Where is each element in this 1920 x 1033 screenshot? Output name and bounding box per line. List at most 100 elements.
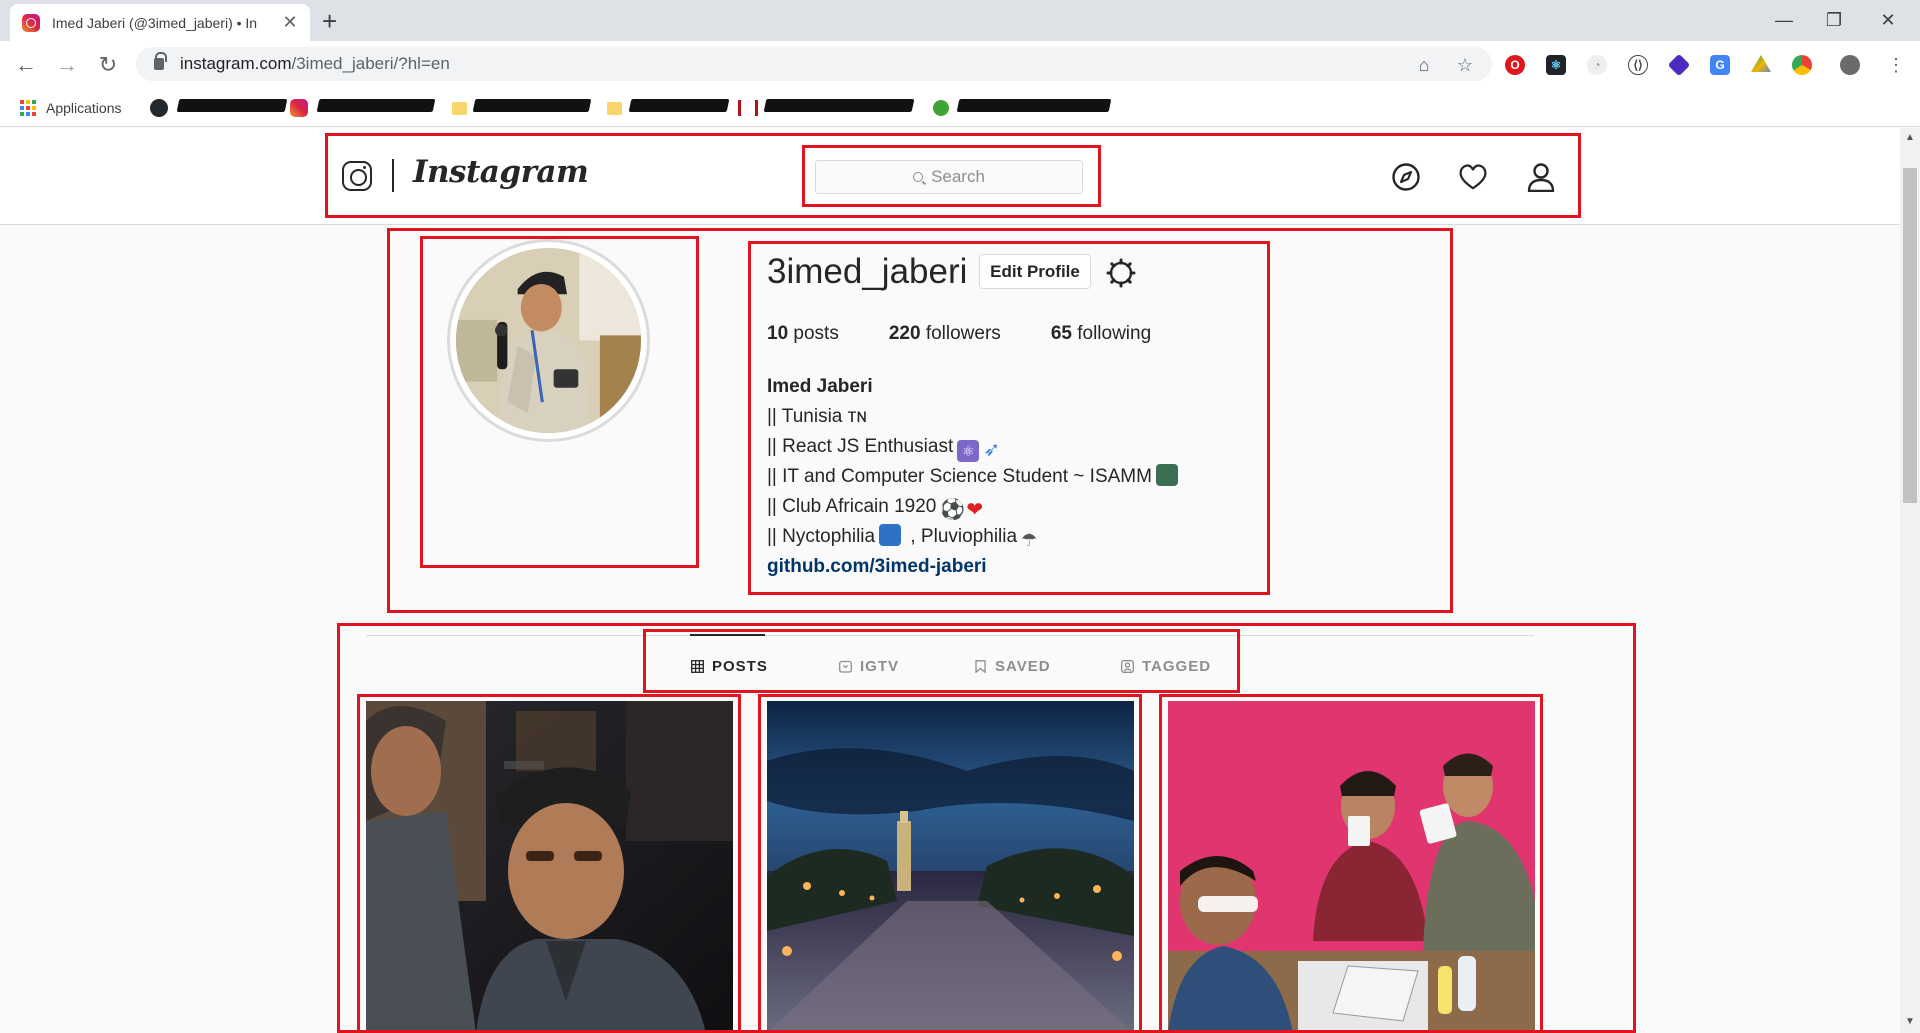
green-bookmark[interactable] <box>933 98 949 118</box>
forward-icon[interactable]: → <box>53 51 81 79</box>
post-thumbnail[interactable] <box>767 701 1134 1033</box>
search-icon <box>913 172 924 182</box>
bookmark-applications-label: Applications <box>46 100 122 116</box>
bio-text: || Tunisia ᴛɴ <box>767 406 867 427</box>
maximize-icon[interactable]: ❐ <box>1806 0 1862 41</box>
back-icon[interactable]: ← <box>12 51 40 79</box>
post-thumbnail[interactable] <box>366 701 733 1033</box>
post-image-night-avenue <box>767 701 1134 1033</box>
address-bar[interactable]: instagram.com /3imed_jaberi/?hl=en <box>136 47 1492 81</box>
browser-tab-title: Imed Jaberi (@3imed_jaberi) • In <box>52 14 258 31</box>
pd-icon <box>738 100 758 116</box>
bio-line: || Nyctophilia , Pluviophilia ☂ <box>767 522 1178 552</box>
tab-igtv[interactable]: IGTV <box>839 658 899 675</box>
url-host: instagram.com <box>180 54 292 73</box>
posts-count: 10 posts <box>767 323 839 345</box>
page-scrollbar[interactable]: ▲ ▼ <box>1900 128 1920 1033</box>
browser-tab[interactable]: Imed Jaberi (@3imed_jaberi) • In ✕ <box>10 4 310 41</box>
profile-user-icon[interactable] <box>1526 162 1556 192</box>
close-window-icon[interactable]: ✕ <box>1860 0 1916 41</box>
following-link[interactable]: 65 following <box>1051 323 1151 345</box>
instagram-header: Instagram Search <box>0 128 1900 225</box>
search-input[interactable]: Search <box>815 160 1083 194</box>
lock-icon <box>154 52 167 70</box>
close-tab-icon[interactable]: ✕ <box>282 12 298 33</box>
redacted-bookmark <box>763 99 915 112</box>
tab-tagged[interactable]: TAGGED <box>1121 658 1211 675</box>
profile-website-link[interactable]: github.com/3imed-jaberi <box>767 552 1178 582</box>
bookmark-applications[interactable]: Applications <box>20 98 122 118</box>
followers-label: followers <box>925 323 1001 344</box>
new-tab-icon[interactable]: + <box>322 6 337 37</box>
scroll-down-icon[interactable]: ▼ <box>1905 1016 1915 1027</box>
red-heart-emoji-icon: ❤ <box>966 499 984 521</box>
following-count-value: 65 <box>1050 323 1072 344</box>
redacted-bookmark <box>956 99 1112 112</box>
extension-icon[interactable]: ⟨⟩ <box>1628 55 1648 75</box>
instagram-logo-icon[interactable] <box>342 161 372 191</box>
pd-bookmark[interactable] <box>738 98 758 118</box>
folder-bookmark[interactable] <box>452 98 467 118</box>
scroll-up-icon[interactable]: ▲ <box>1905 132 1915 143</box>
extension-icon[interactable]: ◔ <box>1587 55 1607 75</box>
folder-icon <box>607 101 622 115</box>
menu-icon[interactable]: ⋮ <box>1886 55 1906 75</box>
bio-text: || Nyctophilia <box>767 526 876 547</box>
google-drive-icon[interactable] <box>1751 55 1771 72</box>
minimize-icon[interactable]: — <box>1756 0 1812 41</box>
explore-compass-icon[interactable] <box>1391 162 1421 192</box>
instagram-bookmark[interactable] <box>290 98 308 118</box>
reload-icon[interactable]: ↻ <box>94 51 122 79</box>
logo-divider <box>392 159 394 192</box>
star-icon[interactable]: ☆ <box>1455 55 1475 75</box>
profile-full-name: Imed Jaberi <box>767 376 873 397</box>
settings-gear-icon[interactable] <box>1106 258 1136 288</box>
bio-line: || React JS Enthusiast ⚛ ➶ <box>767 432 1178 462</box>
apps-grid-icon <box>20 100 36 116</box>
tab-label: TAGGED <box>1142 658 1212 675</box>
profile-username: 3imed_jaberi <box>767 252 968 291</box>
bio-text: || Club Africain 1920 <box>767 496 937 517</box>
night-city-emoji-icon <box>879 524 902 546</box>
tab-posts[interactable]: POSTS <box>691 658 768 675</box>
profile-avatar[interactable] <box>447 239 650 442</box>
posts-count-value: 10 <box>767 323 789 344</box>
bio-text: || IT and Computer Science Student ~ ISA… <box>767 466 1152 487</box>
avatar[interactable] <box>1840 55 1860 75</box>
igtv-icon <box>839 660 852 673</box>
profile-stats: 10 posts 220 followers 65 following <box>767 323 1201 345</box>
post-thumbnail[interactable] <box>1168 701 1535 1033</box>
soccer-ball-emoji-icon: ⚽ <box>940 499 966 521</box>
redacted-bookmark <box>316 99 436 112</box>
translate-icon[interactable]: ⌂ <box>1414 55 1434 75</box>
google-translate-icon[interactable]: G <box>1710 55 1730 75</box>
scrollbar-thumb[interactable] <box>1903 168 1917 503</box>
post-image-poker-player <box>366 701 733 1033</box>
chrome-extension-icon[interactable] <box>1792 55 1812 75</box>
url-path: /3imed_jaberi/?hl=en <box>291 54 450 73</box>
profile-bio: Imed Jaberi || Tunisia ᴛɴ || React JS En… <box>767 372 1178 582</box>
instagram-icon <box>290 99 308 117</box>
followers-link[interactable]: 220 followers <box>889 323 1001 345</box>
atom-emoji-icon: ⚛ <box>957 440 980 462</box>
instagram-wordmark[interactable]: Instagram <box>413 154 589 190</box>
redacted-bookmark <box>472 99 592 112</box>
technologist-emoji-icon <box>1155 464 1178 486</box>
bookmark-icon <box>975 660 986 673</box>
instagram-favicon-icon <box>22 13 40 32</box>
folder-icon <box>452 101 467 115</box>
browser-tab-strip: Imed Jaberi (@3imed_jaberi) • In ✕ + — ❐… <box>0 0 1920 41</box>
redacted-bookmark <box>176 99 288 112</box>
react-devtools-icon[interactable]: ⚛ <box>1546 55 1566 75</box>
opera-extension-icon[interactable]: O <box>1505 55 1525 75</box>
edit-profile-button[interactable]: Edit Profile <box>979 254 1091 289</box>
tabs-divider <box>366 635 1534 636</box>
extension-icon[interactable] <box>1667 53 1691 77</box>
tab-saved[interactable]: SAVED <box>974 658 1051 675</box>
folder-bookmark[interactable] <box>607 98 622 118</box>
github-bookmark[interactable] <box>150 98 168 118</box>
activity-heart-icon[interactable] <box>1458 162 1488 192</box>
followers-count-value: 220 <box>888 323 921 344</box>
grid-icon <box>691 660 704 673</box>
tab-label: SAVED <box>995 658 1051 675</box>
